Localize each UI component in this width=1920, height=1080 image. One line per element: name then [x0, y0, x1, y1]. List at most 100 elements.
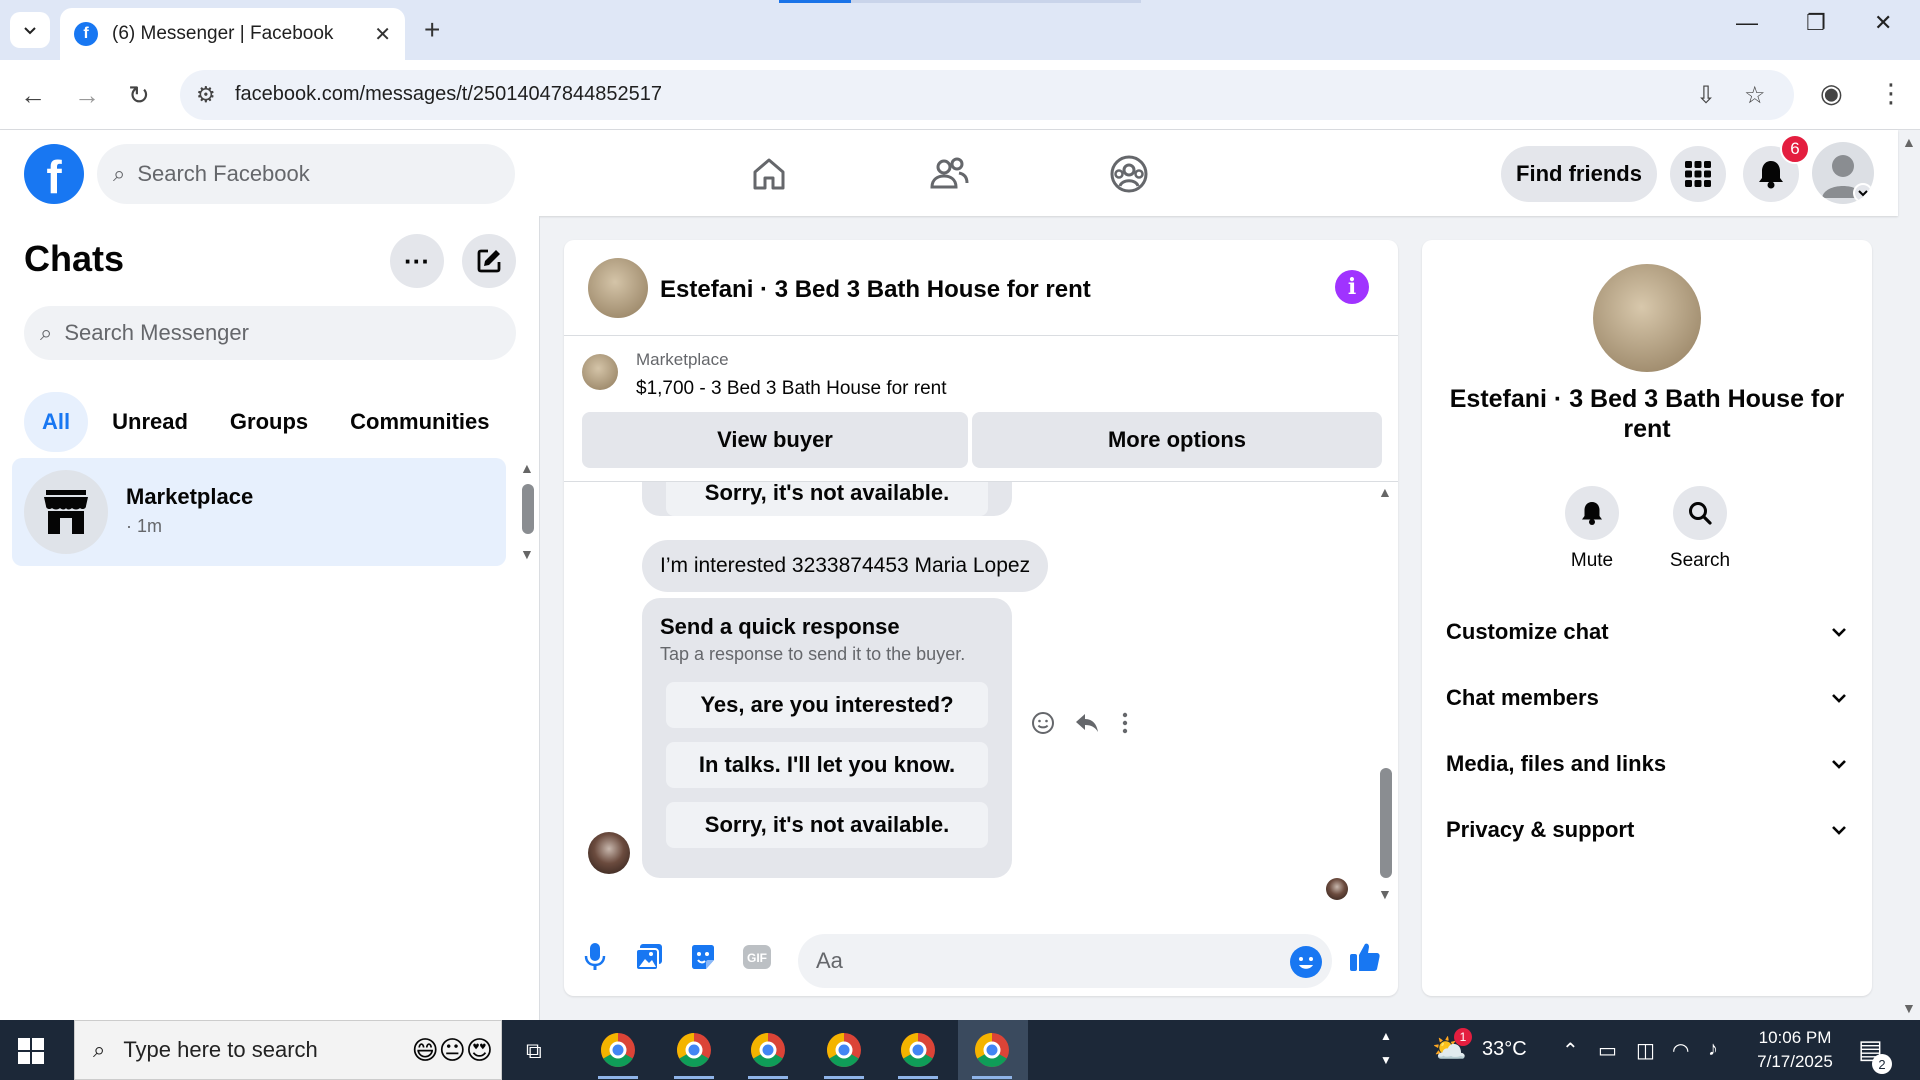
view-buyer-button[interactable]: View buyer: [582, 412, 968, 468]
chat-list-item-marketplace[interactable]: Marketplace · 1m: [12, 458, 506, 566]
taskbar-chrome-2[interactable]: [672, 1028, 716, 1072]
conversation-title[interactable]: Estefani · 3 Bed 3 Bath House for rent: [660, 276, 1091, 304]
chrome-icon: [901, 1033, 935, 1067]
quick-reply-not-available[interactable]: Sorry, it's not available.: [666, 802, 988, 848]
new-tab-button[interactable]: +: [424, 14, 440, 46]
taskbar-scroll-arrows-icon[interactable]: ▲ ▼: [1380, 1024, 1392, 1072]
conversation-scrollbar-thumb[interactable]: [1380, 768, 1392, 878]
filter-unread[interactable]: Unread: [94, 392, 206, 452]
search-in-chat-button[interactable]: [1673, 486, 1727, 540]
media-files-links-row[interactable]: Media, files and links: [1446, 744, 1848, 784]
task-view-icon[interactable]: ⧉: [526, 1038, 542, 1064]
browser-tab-messenger[interactable]: f (6) Messenger | Facebook ✕: [60, 8, 405, 60]
close-window-button[interactable]: ✕: [1874, 10, 1892, 36]
temperature[interactable]: 33°C: [1482, 1038, 1527, 1061]
taskbar-chrome-3[interactable]: [746, 1028, 790, 1072]
menu-button[interactable]: [1670, 146, 1726, 202]
loading-progress-track: [851, 0, 1141, 3]
page-scroll-down-arrow[interactable]: ▼: [1902, 1000, 1916, 1016]
taskbar-search-input[interactable]: ⌕ Type here to search 😄😐😍: [74, 1020, 502, 1080]
conversation-avatar[interactable]: [588, 258, 648, 318]
sidebar-scrollbar-thumb[interactable]: [522, 484, 534, 534]
svg-text:GIF: GIF: [747, 951, 767, 965]
site-settings-icon[interactable]: ⚙: [196, 82, 216, 108]
groups-nav-button[interactable]: [1104, 152, 1154, 196]
chrome-icon: [751, 1033, 785, 1067]
wifi-icon[interactable]: ◠: [1672, 1038, 1689, 1063]
message-input[interactable]: Aa: [798, 934, 1332, 988]
voice-clip-button[interactable]: [578, 940, 612, 974]
tab-search-button[interactable]: [10, 12, 50, 48]
more-vertical-icon[interactable]: [1118, 710, 1132, 736]
find-friends-button[interactable]: Find friends: [1501, 146, 1657, 202]
restore-window-button[interactable]: ❐: [1806, 10, 1826, 36]
running-indicator: [748, 1076, 788, 1079]
search-in-chat-action[interactable]: Search: [1650, 486, 1750, 572]
message-composer: GIF Aa: [564, 920, 1398, 996]
minimize-window-button[interactable]: —: [1736, 10, 1758, 36]
messenger-search-input[interactable]: ⌕ Search Messenger: [24, 306, 516, 360]
friends-nav-button[interactable]: [924, 152, 974, 196]
customize-chat-row[interactable]: Customize chat: [1446, 612, 1848, 652]
conversation-info-button[interactable]: i: [1335, 270, 1369, 304]
send-like-button[interactable]: [1348, 940, 1382, 982]
reload-icon[interactable]: ↻: [128, 80, 150, 111]
attach-media-button[interactable]: [632, 940, 666, 974]
sender-avatar[interactable]: [588, 832, 630, 874]
mute-button[interactable]: [1565, 486, 1619, 540]
gif-button[interactable]: GIF: [740, 940, 774, 974]
chat-members-row[interactable]: Chat members: [1446, 678, 1848, 718]
forward-arrow-icon[interactable]: →: [74, 80, 100, 111]
clock-time: 10:06 PM: [1758, 1028, 1832, 1047]
windows-start-icon[interactable]: [18, 1038, 44, 1064]
home-nav-button[interactable]: [744, 152, 794, 196]
sticker-icon: [692, 945, 714, 969]
browser-toolbar: ← → ↻ ⚙ facebook.com/messages/t/25014047…: [0, 60, 1920, 130]
mute-action[interactable]: Mute: [1542, 486, 1642, 572]
volume-icon[interactable]: ♪: [1708, 1038, 1718, 1061]
sidebar-scroll-down-arrow[interactable]: ▼: [520, 546, 534, 562]
bookmark-star-icon[interactable]: ☆: [1744, 81, 1766, 110]
quick-reply-previous-not-available[interactable]: Sorry, it's not available.: [666, 482, 988, 516]
chat-options-button[interactable]: ···: [390, 234, 444, 288]
facebook-logo-icon[interactable]: f: [24, 144, 84, 204]
profile-icon[interactable]: ◉: [1820, 78, 1843, 109]
filter-all[interactable]: All: [24, 392, 89, 452]
sticker-button[interactable]: [686, 940, 720, 974]
back-arrow-icon[interactable]: ←: [20, 80, 46, 111]
account-avatar[interactable]: [1812, 142, 1874, 204]
more-options-button[interactable]: More options: [972, 412, 1382, 468]
quick-reply-in-talks[interactable]: In talks. I'll let you know.: [666, 742, 988, 788]
taskbar-chrome-4[interactable]: [822, 1028, 866, 1072]
facebook-search-input[interactable]: ⌕ Search Facebook: [97, 144, 515, 204]
filter-communities[interactable]: Communities: [332, 392, 507, 452]
taskbar-chrome-5[interactable]: [896, 1028, 940, 1072]
chevron-down-icon: [1832, 760, 1846, 769]
listing-title[interactable]: $1,700 - 3 Bed 3 Bath House for rent: [636, 378, 947, 400]
listing-thumbnail[interactable]: [582, 354, 618, 390]
search-highlight-emoji-icon: 😄😐😍: [411, 1034, 493, 1065]
browser-menu-icon[interactable]: ⋮: [1878, 78, 1904, 109]
quick-reply-yes-interested[interactable]: Yes, are you interested?: [666, 682, 988, 728]
conversation-scroll-down-arrow[interactable]: ▼: [1378, 886, 1392, 902]
page-scroll-up-arrow[interactable]: ▲: [1902, 134, 1916, 150]
react-emoji-icon[interactable]: [1030, 710, 1056, 736]
install-app-icon[interactable]: ⇩: [1696, 81, 1716, 110]
show-hidden-icons-chevron-icon[interactable]: ⌃: [1562, 1038, 1579, 1063]
info-panel-name: Estefani · 3 Bed 3 Bath House for rent: [1449, 385, 1845, 443]
sidebar-scroll-up-arrow[interactable]: ▲: [520, 460, 534, 476]
emoji-picker-button[interactable]: [1290, 946, 1322, 978]
taskbar-chrome-6-active[interactable]: [970, 1028, 1014, 1072]
taskbar-clock[interactable]: 10:06 PM 7/17/2025: [1740, 1026, 1850, 1074]
privacy-support-row[interactable]: Privacy & support: [1446, 810, 1848, 850]
reply-arrow-icon[interactable]: [1074, 710, 1100, 736]
filter-groups[interactable]: Groups: [212, 392, 326, 452]
new-message-button[interactable]: [462, 234, 516, 288]
address-bar[interactable]: ⚙ facebook.com/messages/t/25014047844852…: [180, 70, 1794, 120]
info-panel-avatar[interactable]: [1593, 264, 1701, 372]
battery-icon[interactable]: ▭: [1598, 1038, 1617, 1063]
close-tab-icon[interactable]: ✕: [374, 22, 391, 47]
conversation-scroll-up-arrow[interactable]: ▲: [1378, 484, 1392, 500]
meet-now-icon[interactable]: ◫: [1636, 1038, 1655, 1063]
taskbar-chrome-1[interactable]: [596, 1028, 640, 1072]
